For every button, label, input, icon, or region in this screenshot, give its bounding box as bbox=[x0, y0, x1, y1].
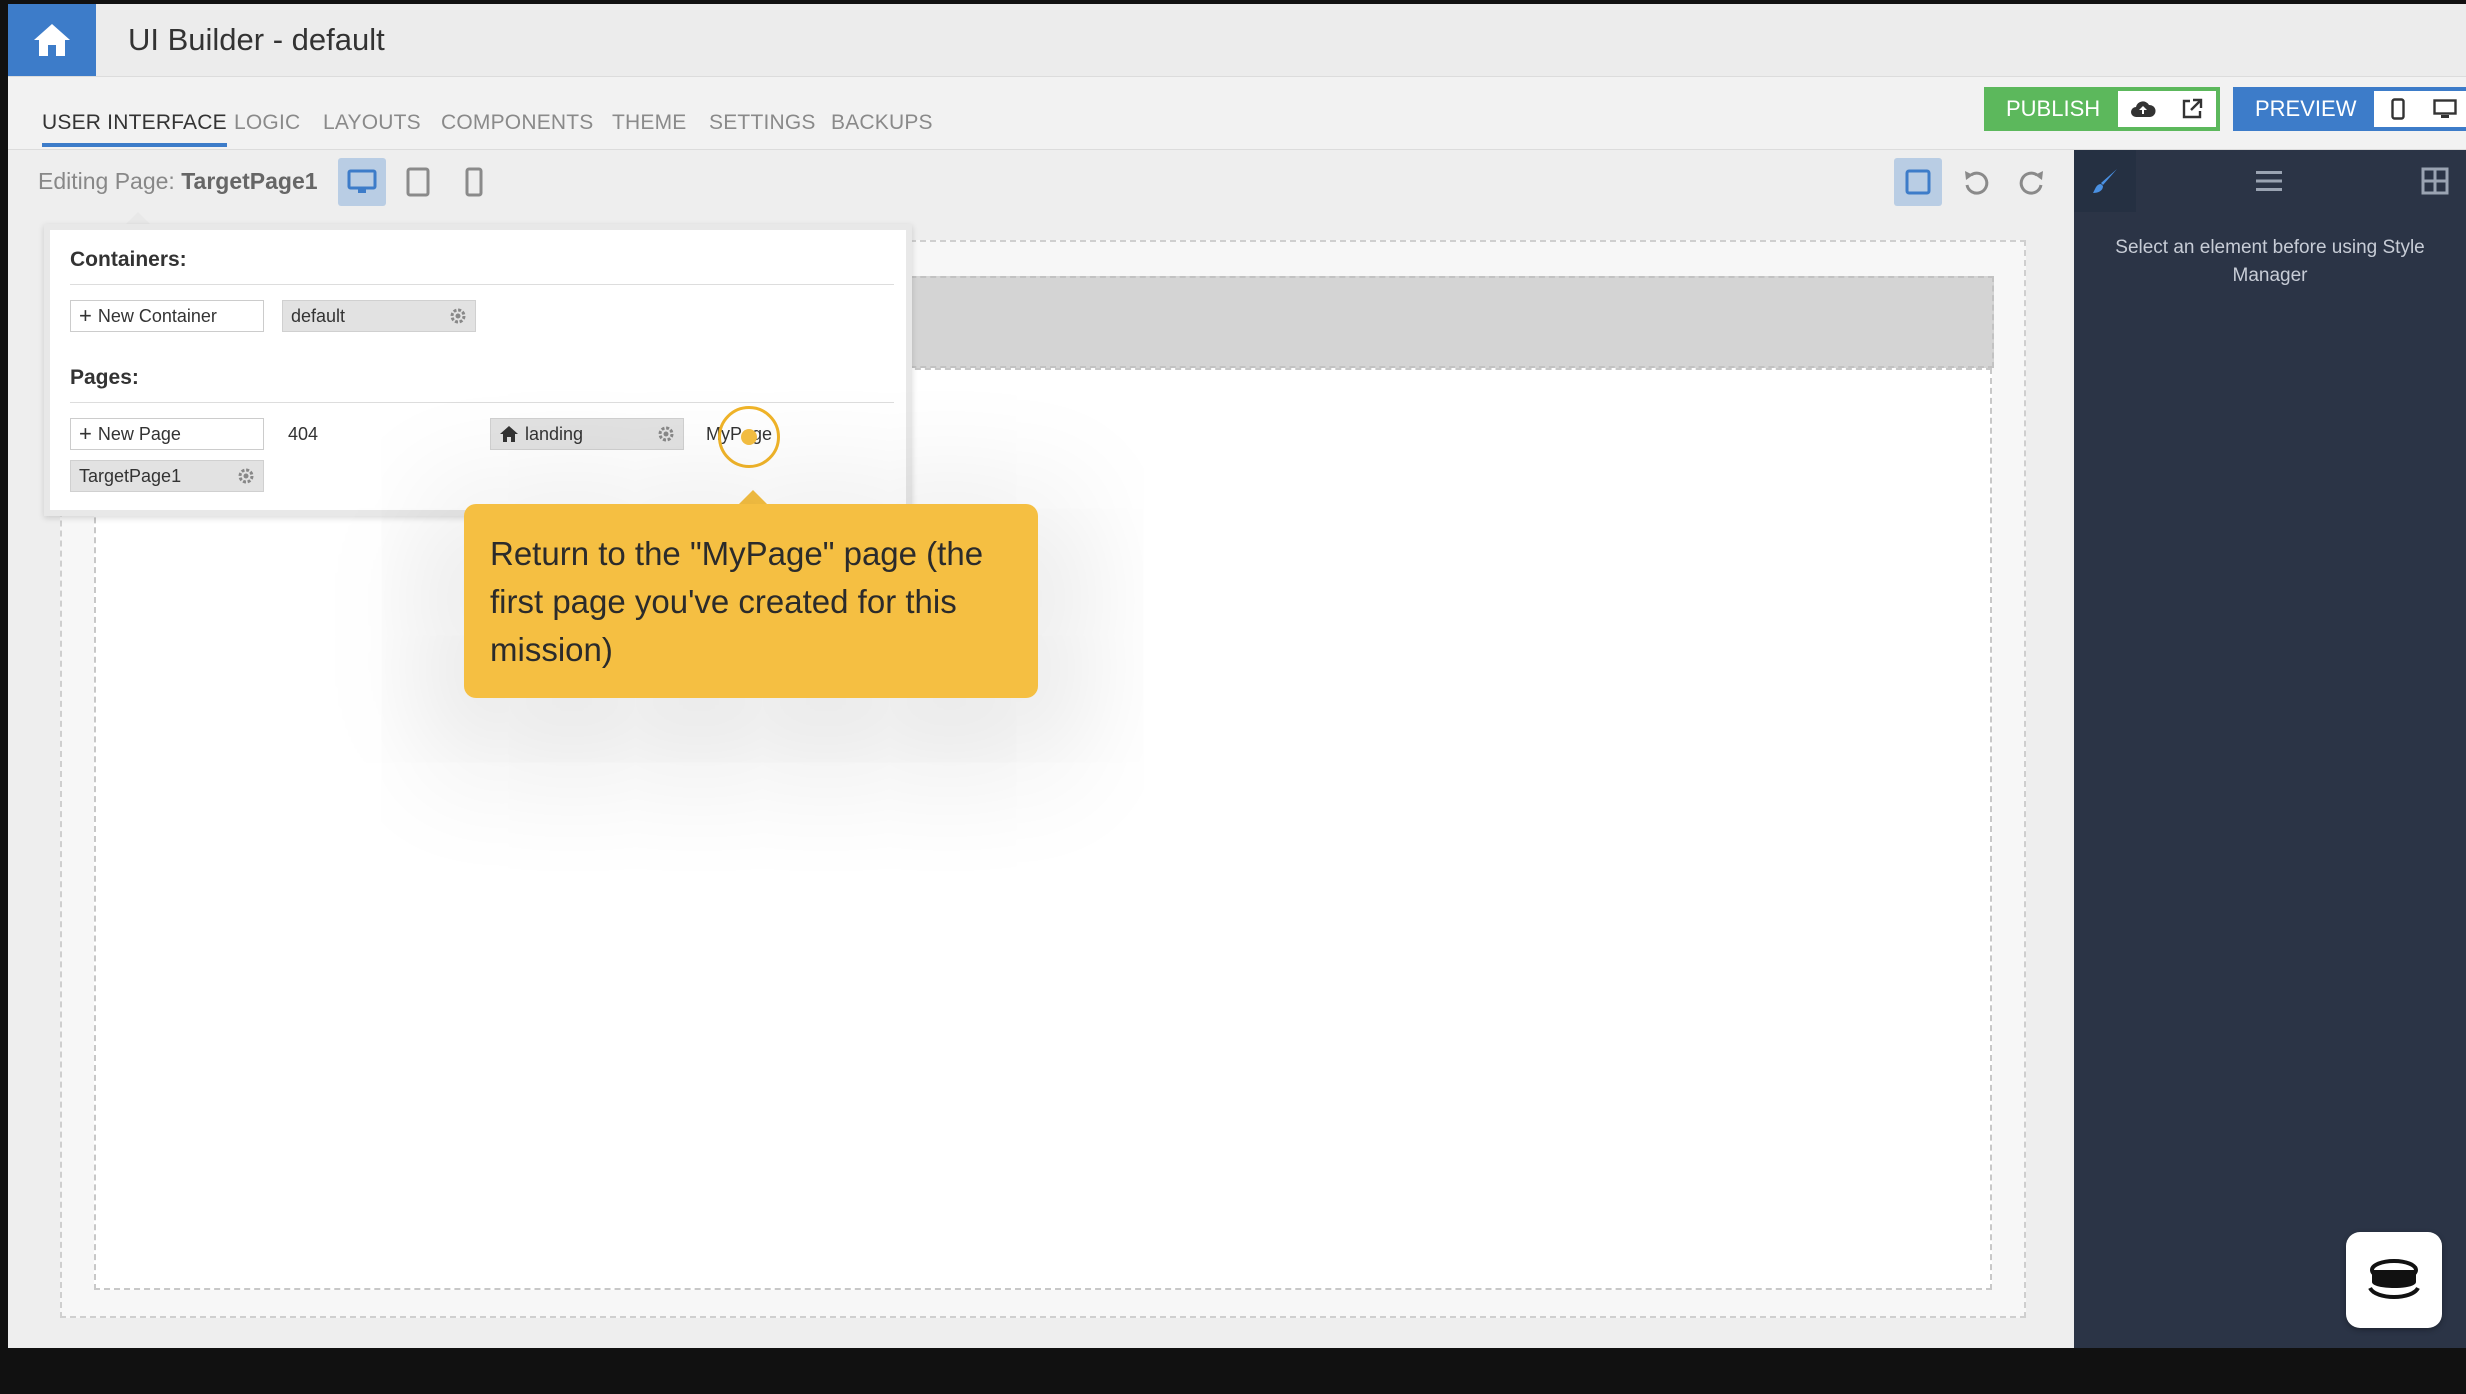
tab-components[interactable]: COMPONENTS bbox=[441, 111, 594, 135]
plus-icon: + bbox=[79, 303, 92, 328]
click-highlight-dot bbox=[741, 429, 757, 445]
gear-icon[interactable] bbox=[449, 307, 467, 325]
page-name: TargetPage1 bbox=[79, 465, 182, 486]
external-link-icon bbox=[2182, 98, 2202, 119]
divider bbox=[70, 284, 894, 285]
publish-button[interactable]: PUBLISH bbox=[1988, 91, 2119, 127]
editor-toolbar: Editing Page: TargetPage1 bbox=[8, 150, 2074, 214]
plus-icon: + bbox=[79, 421, 92, 446]
pages-heading: Pages: bbox=[70, 366, 139, 389]
new-container-label: New Container bbox=[97, 305, 217, 326]
tab-layer-manager[interactable] bbox=[2238, 150, 2300, 212]
mobile-icon bbox=[465, 167, 483, 197]
editing-prefix: Editing Page: bbox=[38, 168, 182, 194]
editing-page-label: Editing Page: TargetPage1 bbox=[38, 168, 318, 195]
chat-icon bbox=[2368, 1259, 2420, 1299]
device-desktop-button[interactable] bbox=[338, 158, 386, 206]
page-name: landing bbox=[525, 423, 584, 444]
square-outline-icon bbox=[1905, 169, 1931, 195]
desktop-icon bbox=[347, 169, 377, 193]
tab-theme[interactable]: THEME bbox=[612, 111, 687, 135]
undo-icon bbox=[1965, 171, 1989, 195]
desktop-icon bbox=[2433, 99, 2458, 118]
cloud-upload-icon bbox=[2130, 101, 2156, 117]
device-tablet-button[interactable] bbox=[394, 158, 442, 206]
page-chip-targetpage1[interactable]: TargetPage1 bbox=[70, 460, 264, 492]
editing-page-name[interactable]: TargetPage1 bbox=[181, 168, 317, 194]
containers-heading: Containers: bbox=[70, 248, 187, 271]
menu-lines-icon bbox=[2256, 171, 2282, 191]
style-manager-panel: Select an element before using Style Man… bbox=[2074, 150, 2466, 1348]
cloud-upload-button[interactable] bbox=[2118, 91, 2167, 127]
tab-layouts[interactable]: LAYOUTS bbox=[323, 111, 421, 135]
preview-desktop-button[interactable] bbox=[2422, 91, 2466, 127]
gear-icon[interactable] bbox=[657, 425, 675, 443]
tab-blocks[interactable] bbox=[2404, 150, 2466, 212]
page-link-404[interactable]: 404 bbox=[288, 424, 318, 445]
home-icon bbox=[500, 426, 518, 442]
redo-icon bbox=[2019, 171, 2043, 195]
guide-tooltip: Return to the "MyPage" page (the first p… bbox=[464, 504, 1038, 698]
app-title: UI Builder - default bbox=[128, 22, 385, 57]
page-chip-landing[interactable]: landing bbox=[490, 418, 684, 450]
preview-group: PREVIEW bbox=[2233, 87, 2466, 131]
device-mobile-button[interactable] bbox=[450, 158, 498, 206]
open-external-button[interactable] bbox=[2167, 91, 2216, 127]
grid-icon bbox=[2421, 167, 2449, 195]
container-chip-default[interactable]: default bbox=[282, 300, 476, 332]
tab-user-interface[interactable]: USER INTERFACE bbox=[42, 111, 227, 147]
mobile-icon bbox=[2391, 98, 2405, 120]
container-name: default bbox=[291, 305, 346, 326]
gear-icon[interactable] bbox=[237, 467, 255, 485]
toggle-outline-button[interactable] bbox=[1894, 158, 1942, 206]
home-icon bbox=[34, 24, 70, 56]
preview-mobile-button[interactable] bbox=[2374, 91, 2421, 127]
tablet-icon bbox=[406, 167, 430, 197]
preview-button[interactable]: PREVIEW bbox=[2237, 91, 2375, 127]
new-page-label: New Page bbox=[97, 423, 181, 444]
undo-button[interactable] bbox=[1952, 158, 2000, 206]
redo-button[interactable] bbox=[2008, 158, 2056, 206]
tab-style-manager[interactable] bbox=[2074, 150, 2136, 212]
app-window: UI Builder - default USER INTERFACE LOGI… bbox=[8, 4, 2466, 1348]
divider bbox=[70, 402, 894, 403]
chat-widget-button[interactable] bbox=[2346, 1232, 2442, 1328]
home-button[interactable] bbox=[8, 4, 96, 76]
tab-logic[interactable]: LOGIC bbox=[234, 111, 300, 135]
new-container-button[interactable]: + New Container bbox=[70, 300, 264, 332]
new-page-button[interactable]: + New Page bbox=[70, 418, 264, 450]
pages-popover: Containers: + New Container default Page… bbox=[44, 224, 912, 516]
paint-brush-icon bbox=[2093, 169, 2117, 193]
tooltip-caret bbox=[738, 490, 768, 505]
tab-backups[interactable]: BACKUPS bbox=[831, 111, 933, 135]
tab-settings[interactable]: SETTINGS bbox=[709, 111, 816, 135]
publish-group: PUBLISH bbox=[1984, 87, 2220, 131]
style-manager-message: Select an element before using Style Man… bbox=[2115, 237, 2425, 286]
tooltip-text: Return to the "MyPage" page (the first p… bbox=[490, 535, 984, 668]
